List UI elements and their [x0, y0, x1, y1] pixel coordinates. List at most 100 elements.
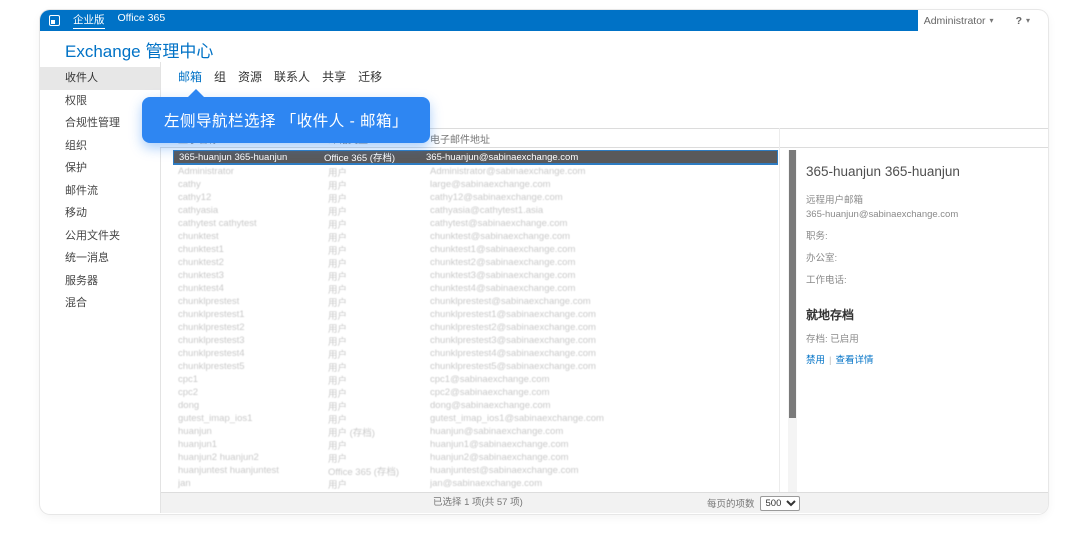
link-separator: |: [829, 355, 832, 366]
tab-item[interactable]: 资源: [238, 68, 262, 85]
row-mailbox-type: 用户: [328, 167, 348, 179]
row-display-name: cathy: [178, 179, 201, 190]
table-row[interactable]: Administrator 用户 Administrator@sabinaexcha…: [173, 165, 778, 179]
row-display-name: chunktest4: [178, 283, 224, 294]
archive-status: 存档: 已启用: [806, 334, 859, 345]
sidebar-item[interactable]: 保护: [40, 157, 160, 180]
row-email: chunktest3@sabinaexchange.com: [430, 270, 576, 281]
tutorial-callout: 左侧导航栏选择 「收件人 - 邮箱」: [142, 89, 430, 143]
detail-title: 365-huanjun 365-huanjun: [806, 164, 960, 179]
row-display-name: chunklprestest2: [178, 322, 245, 333]
row-email: chunklprestest2@sabinaexchange.com: [430, 322, 596, 333]
row-mailbox-type: 用户: [328, 232, 348, 244]
page-title: Exchange 管理中心: [65, 42, 214, 61]
brand-tab[interactable]: Office 365: [118, 12, 166, 29]
row-email: huanjuntest@sabinaexchange.com: [430, 465, 579, 476]
sidebar-item[interactable]: 统一消息: [40, 247, 160, 270]
detail-fields: 职务: 办公室: 工作电话:: [800, 228, 1044, 286]
table-row[interactable]: chunklprestest3 用户 chunklprestest3@sabinae…: [173, 334, 778, 348]
table-row[interactable]: dong 用户 dong@sabinaexchange.com: [173, 399, 778, 413]
top-bar: 企业版 Office 365: [40, 10, 918, 31]
archive-heading: 就地存档: [806, 308, 855, 322]
row-email: cathyasia@cathytest1.asia: [430, 205, 544, 216]
row-display-name: chunktest3: [178, 270, 224, 281]
row-mailbox-type: Office 365 (存档): [324, 153, 396, 164]
table-row[interactable]: cpc2 用户 cpc2@sabinaexchange.com: [173, 386, 778, 400]
tab-active[interactable]: 邮箱: [178, 68, 202, 85]
tab-item[interactable]: 共享: [322, 68, 346, 85]
detail-link[interactable]: 禁用: [806, 355, 825, 366]
table-row[interactable]: jan 用户 jan@sabinaexchange.com: [173, 477, 778, 491]
table-row[interactable]: chunklprestest 用户 chunklprestest@sabinaexc…: [173, 295, 778, 309]
sidebar-item[interactable]: 混合: [40, 292, 160, 315]
table-row[interactable]: chunktest1 用户 chunktest1@sabinaexchange.co…: [173, 243, 778, 257]
table-row[interactable]: gutest_imap_ios1 用户 gutest_imap_ios1@sabin…: [173, 412, 778, 426]
detail-field-label: 职务:: [806, 231, 828, 242]
row-mailbox-type: 用户: [328, 375, 348, 387]
table-row[interactable]: huanjun2 huanjun2 用户 huanjun2@sabinaexchan…: [173, 451, 778, 465]
row-email: chunklprestest1@sabinaexchange.com: [430, 309, 596, 320]
tab-bar: 邮箱组资源 联系人 共享 迁移: [178, 68, 382, 85]
table-row[interactable]: chunktest3 用户 chunktest3@sabinaexchange.co…: [173, 269, 778, 283]
row-display-name: chunktest1: [178, 244, 224, 255]
detail-email: 365-huanjun@sabinaexchange.com: [806, 209, 959, 220]
help-menu[interactable]: ? ▾: [1016, 15, 1030, 27]
tab-item[interactable]: 组: [214, 68, 226, 85]
table-row[interactable]: huanjun 用户 (存档) huanjun@sabinaexchange.com: [173, 425, 778, 439]
archive-links: 禁用 | 查看详情: [806, 352, 1044, 366]
row-display-name: chunklprestest4: [178, 348, 245, 359]
row-email: chunklprestest5@sabinaexchange.com: [430, 361, 596, 372]
table-row[interactable]: chunktest 用户 chunktest@sabinaexchange.com: [173, 230, 778, 244]
brand-tabs: 企业版 Office 365: [60, 12, 165, 29]
table-row[interactable]: huanjuntest huanjuntest Office 365 (存档) hu…: [173, 464, 778, 478]
row-mailbox-type: 用户: [328, 193, 348, 205]
row-display-name: chunklprestest3: [178, 335, 245, 346]
user-menu[interactable]: Administrator ▾: [924, 15, 994, 27]
row-mailbox-type: 用户: [328, 258, 348, 270]
sidebar-item[interactable]: 服务器: [40, 270, 160, 293]
table-row[interactable]: chunklprestest2 用户 chunklprestest2@sabinae…: [173, 321, 778, 335]
row-email: jan@sabinaexchange.com: [430, 478, 543, 489]
table-row[interactable]: chunklprestest5 用户 chunklprestest5@sabinae…: [173, 360, 778, 374]
sidebar-item[interactable]: 移动: [40, 202, 160, 225]
row-email: cathytest@sabinaexchange.com: [430, 218, 568, 229]
sidebar-item[interactable]: 收件人: [40, 67, 160, 90]
sidebar-item[interactable]: 公用文件夹: [40, 225, 160, 248]
row-display-name: cathy12: [178, 192, 212, 203]
detail-pane: 365-huanjun 365-huanjun 远程用户邮箱 365-huanj…: [800, 148, 1044, 366]
list-scrollbar[interactable]: [788, 150, 797, 492]
table-row[interactable]: huanjun1 用户 huanjun1@sabinaexchange.com: [173, 438, 778, 452]
row-mailbox-type: 用户: [328, 388, 348, 400]
brand-tab[interactable]: 企业版: [73, 12, 105, 29]
table-row[interactable]: chunktest4 用户 chunktest4@sabinaexchange.co…: [173, 282, 778, 296]
table-row[interactable]: chunklprestest4 用户 chunklprestest4@sabinae…: [173, 347, 778, 361]
row-mailbox-type: 用户: [328, 219, 348, 231]
footer-bar: 已选择 1 项(共 57 项) 每页的项数 500: [161, 492, 1048, 513]
tab-item[interactable]: 迁移: [358, 68, 382, 85]
column-header[interactable]: 电子邮件地址: [430, 131, 1048, 146]
table-row[interactable]: cathytest cathytest 用户 cathytest@sabinaexc…: [173, 217, 778, 231]
sidebar-item[interactable]: 邮件流: [40, 180, 160, 203]
page-size-select[interactable]: 500: [759, 495, 800, 511]
row-email: huanjun@sabinaexchange.com: [430, 426, 564, 437]
table-row[interactable]: cathy12 用户 cathy12@sabinaexchange.com: [173, 191, 778, 205]
row-display-name: huanjun: [178, 426, 212, 437]
row-mailbox-type: 用户: [328, 440, 348, 452]
row-display-name: gutest_imap_ios1: [178, 413, 253, 424]
row-mailbox-type: 用户: [328, 284, 348, 296]
table-row[interactable]: cathy 用户 large@sabinaexchange.com: [173, 178, 778, 192]
row-email: huanjun2@sabinaexchange.com: [430, 452, 569, 463]
scrollbar-thumb[interactable]: [789, 150, 796, 418]
selection-status: 已选择 1 项(共 57 项): [433, 497, 523, 508]
row-email: chunktest2@sabinaexchange.com: [430, 257, 576, 268]
tab-item[interactable]: 联系人: [274, 68, 310, 85]
table-row[interactable]: cpc1 用户 cpc1@sabinaexchange.com: [173, 373, 778, 387]
table-row[interactable]: chunktest2 用户 chunktest2@sabinaexchange.co…: [173, 256, 778, 270]
row-email: Administrator@sabinaexchange.com: [430, 166, 586, 177]
table-row[interactable]: chunklprestest1 用户 chunklprestest1@sabinae…: [173, 308, 778, 322]
row-email: large@sabinaexchange.com: [430, 179, 551, 190]
detail-link[interactable]: 查看详情: [835, 355, 873, 366]
table-row[interactable]: cathyasia 用户 cathyasia@cathytest1.asia: [173, 204, 778, 218]
office-logo-icon: [49, 15, 60, 26]
table-row-selected[interactable]: 365-huanjun 365-huanjun Office 365 (存档) …: [173, 150, 778, 165]
